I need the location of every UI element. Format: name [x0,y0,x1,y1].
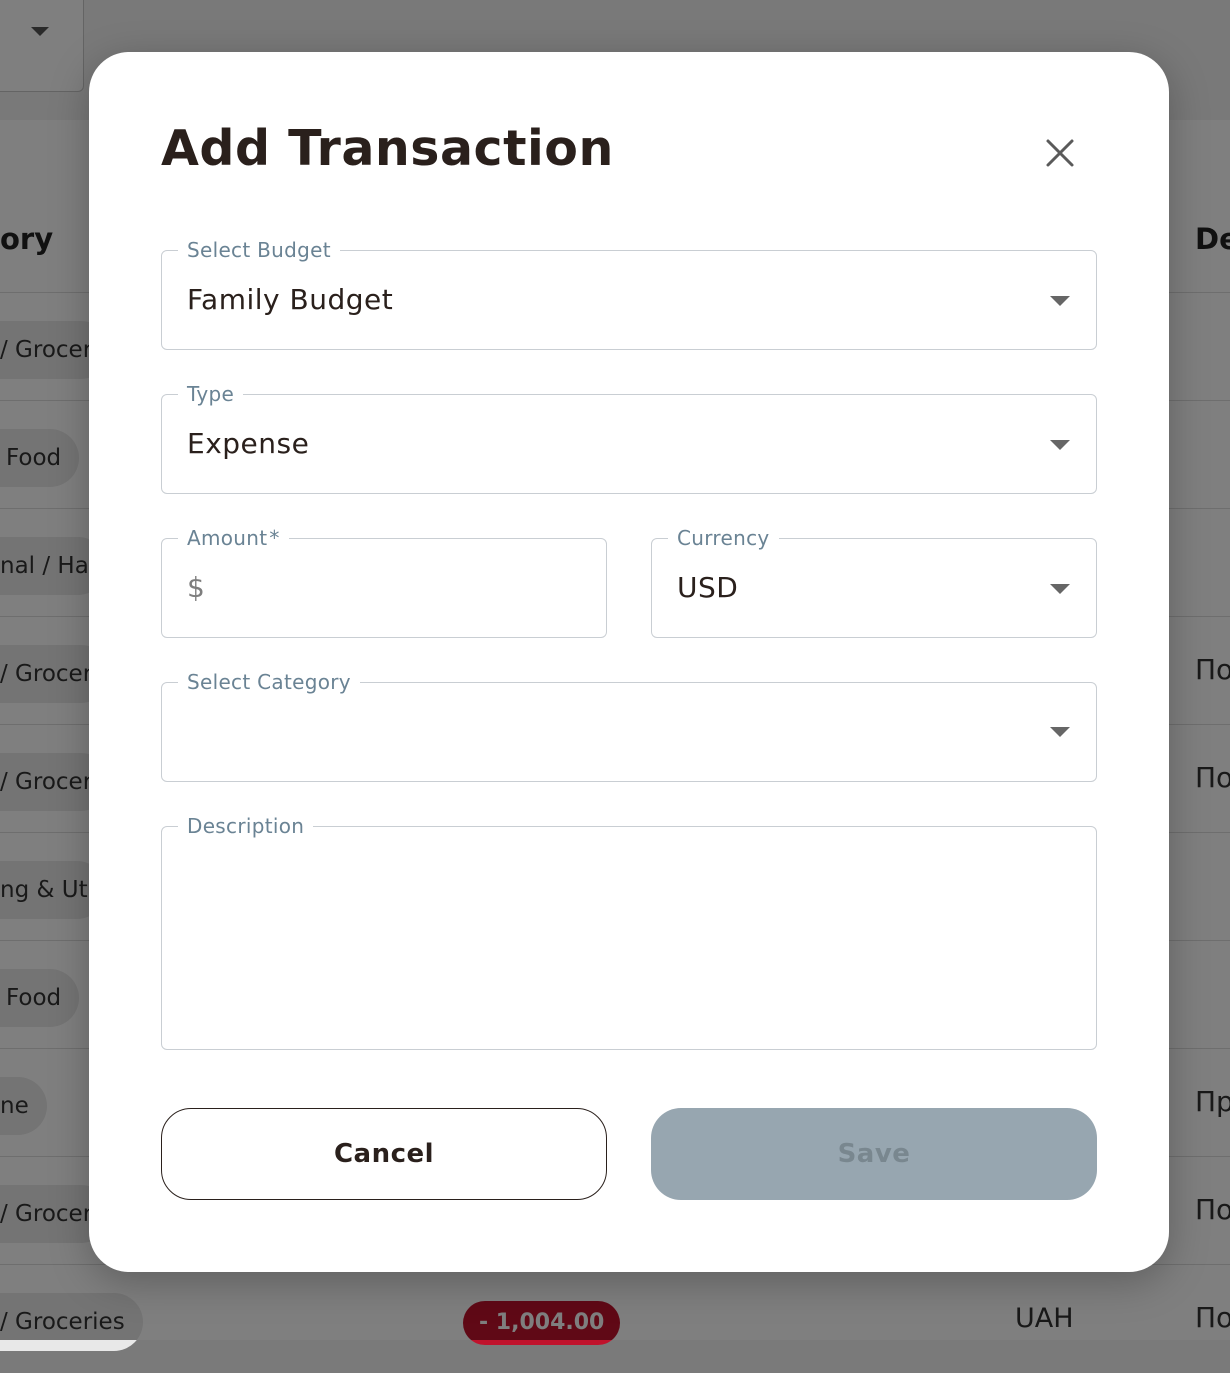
amount-label-text: Amount [187,526,268,550]
close-icon [1046,139,1074,167]
chevron-down-icon [1050,296,1070,306]
cancel-button[interactable]: Cancel [161,1108,607,1200]
amount-currency-prefix: $ [187,571,206,604]
description-textarea[interactable]: Description [161,814,1097,1050]
category-select-label: Select Category [178,670,360,694]
budget-select-value: Family Budget [187,283,394,316]
currency-select[interactable]: Currency USD [651,526,1097,638]
currency-select-value: USD [677,571,739,604]
type-select-label: Type [178,382,244,406]
type-select-value: Expense [187,427,310,460]
close-button[interactable] [1039,132,1081,174]
dialog-title: Add Transaction [161,120,614,177]
currency-select-label: Currency [668,526,779,550]
required-mark: * [269,526,280,550]
save-button[interactable]: Save [651,1108,1097,1200]
type-select[interactable]: Type Expense [161,382,1097,494]
budget-select[interactable]: Select Budget Family Budget [161,238,1097,350]
budget-select-label: Select Budget [178,238,340,262]
category-select[interactable]: Select Category [161,670,1097,782]
chevron-down-icon [1050,440,1070,450]
chevron-down-icon [1050,727,1070,737]
add-transaction-dialog: Add Transaction Select Budget Family Bud… [89,52,1169,1272]
description-label: Description [178,814,314,838]
chevron-down-icon [1050,584,1070,594]
amount-field-label: Amount * [178,526,289,550]
amount-field[interactable]: Amount * $ [161,526,607,638]
